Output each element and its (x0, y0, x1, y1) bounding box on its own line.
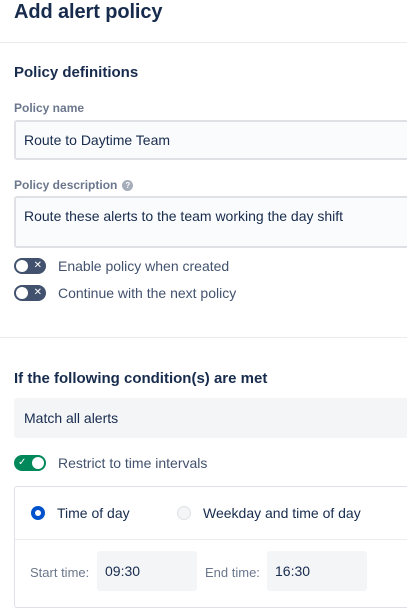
radio-time-of-day[interactable]: Time of day (31, 505, 130, 521)
end-time-label: End time: (205, 565, 260, 580)
restrict-time-label: Restrict to time intervals (58, 455, 208, 471)
toggle-knob (32, 457, 44, 469)
page-title: Add alert policy (14, 1, 163, 23)
policy-description-label: Policy description ? (14, 178, 134, 192)
toggle-knob (16, 287, 28, 299)
toggle-check-icon: ✓ (18, 457, 27, 468)
end-time-input[interactable]: 16:30 (267, 551, 367, 591)
toggle-off-icon: ✕ (33, 287, 42, 298)
start-time-input[interactable]: 09:30 (97, 551, 197, 591)
policy-name-label-text: Policy name (14, 101, 85, 115)
card-divider (15, 539, 407, 540)
policy-name-label: Policy name (14, 101, 84, 115)
toggle-knob (16, 260, 28, 272)
restrict-time-toggle-row: ✓ Restrict to time intervals (14, 455, 207, 471)
continue-policy-label: Continue with the next policy (58, 285, 237, 301)
radio-weekday-time-label: Weekday and time of day (203, 505, 361, 521)
enable-policy-label: Enable policy when created (58, 258, 230, 274)
radio-selected-icon[interactable] (31, 506, 45, 520)
continue-policy-toggle[interactable]: ✕ (14, 285, 46, 301)
help-icon[interactable]: ? (122, 179, 134, 191)
continue-policy-toggle-row: ✕ Continue with the next policy (14, 285, 236, 301)
section-divider (0, 337, 407, 338)
start-time-label: Start time: (30, 565, 90, 580)
conditions-title: If the following condition(s) are met (14, 370, 268, 387)
policy-description-input[interactable]: Route these alerts to the team working t… (14, 196, 407, 248)
enable-policy-toggle[interactable]: ✕ (14, 258, 46, 274)
match-condition-select[interactable]: Match all alerts (14, 398, 407, 438)
time-interval-card: Time of day Weekday and time of day Star… (14, 486, 407, 608)
radio-time-of-day-label: Time of day (57, 505, 130, 521)
radio-weekday-time[interactable]: Weekday and time of day (177, 505, 361, 521)
toggle-off-icon: ✕ (33, 260, 42, 271)
header-divider (0, 42, 407, 43)
policy-description-label-text: Policy description (14, 178, 118, 192)
restrict-time-toggle[interactable]: ✓ (14, 455, 46, 471)
policy-name-input[interactable]: Route to Daytime Team (14, 120, 407, 160)
policy-definitions-title: Policy definitions (14, 64, 139, 81)
radio-unselected-icon[interactable] (177, 506, 191, 520)
enable-policy-toggle-row: ✕ Enable policy when created (14, 258, 229, 274)
